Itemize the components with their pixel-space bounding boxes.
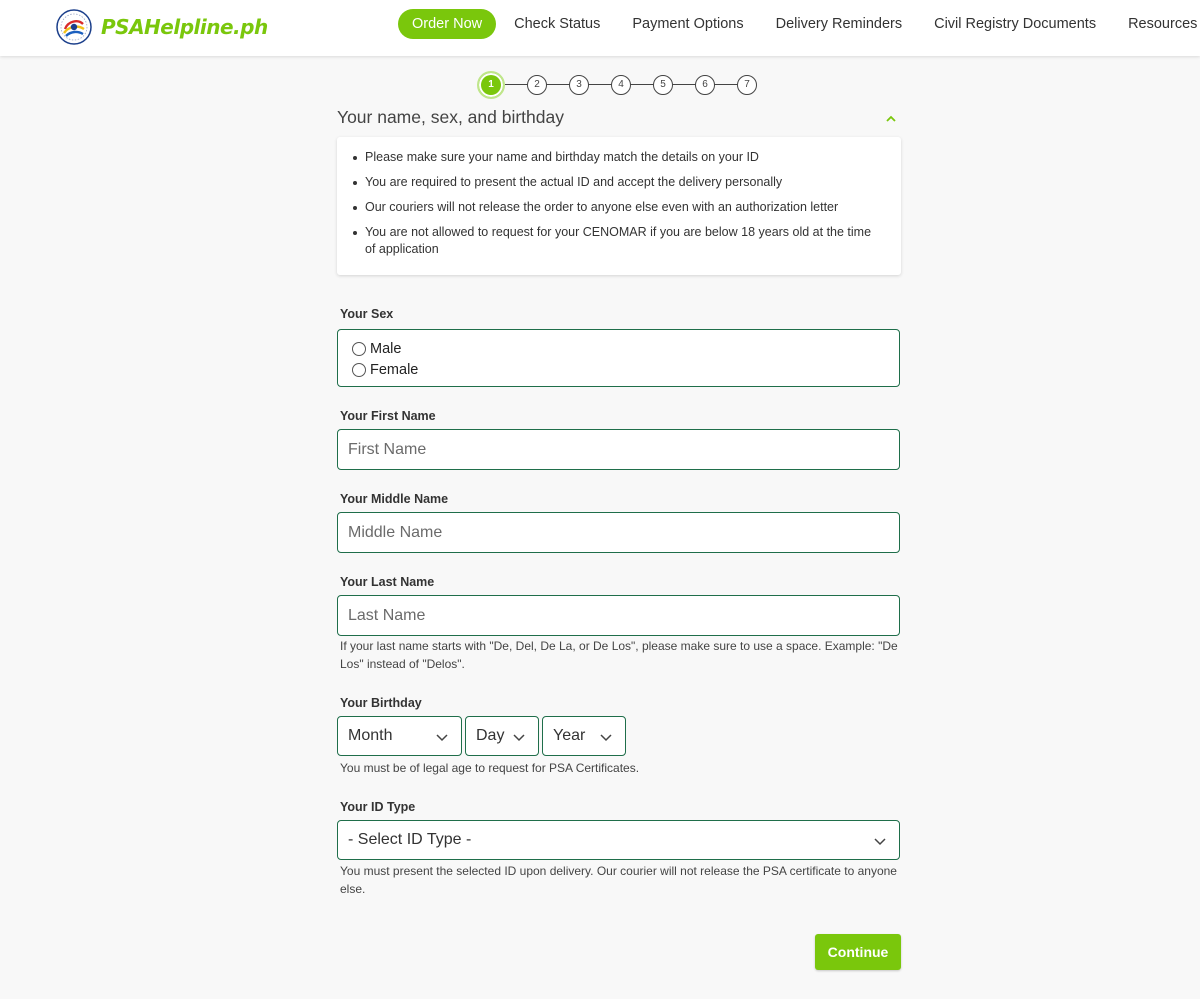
step-3: 3 xyxy=(569,75,589,95)
id-type-label: Your ID Type xyxy=(340,800,416,814)
chevron-down-icon xyxy=(436,734,448,742)
nav-resources[interactable]: Resources xyxy=(1128,9,1197,39)
nav-civil-registry-documents[interactable]: Civil Registry Documents xyxy=(934,9,1096,39)
radio-option-male[interactable]: Male xyxy=(352,338,899,359)
middle-name-input[interactable] xyxy=(337,512,900,553)
step-1: 1 xyxy=(477,71,505,99)
site-logo[interactable]: PSAHelpline.ph xyxy=(56,7,268,47)
id-type-select-value: - Select ID Type - xyxy=(348,831,472,848)
main-nav: Order Now Check Status Payment Options D… xyxy=(398,9,1197,39)
birthday-help: You must be of legal age to request for … xyxy=(340,761,640,775)
info-notice-box: Please make sure your name and birthday … xyxy=(337,137,901,275)
sex-label: Your Sex xyxy=(340,307,394,321)
site-name: PSAHelpline.ph xyxy=(101,15,268,39)
sex-radio-group: Male Female xyxy=(337,329,900,387)
step-4: 4 xyxy=(611,75,631,95)
id-type-select[interactable]: - Select ID Type - xyxy=(337,820,900,860)
psa-seal-icon xyxy=(56,9,92,45)
male-radio[interactable] xyxy=(352,341,366,356)
last-name-help: If your last name starts with "De, Del, … xyxy=(340,639,898,671)
chevron-up-icon[interactable] xyxy=(884,112,898,126)
year-select-value: Year xyxy=(553,727,586,744)
step-7: 7 xyxy=(737,75,757,95)
section-title: Your name, sex, and birthday xyxy=(337,107,564,127)
id-type-help: You must present the selected ID upon de… xyxy=(340,864,897,896)
male-label: Male xyxy=(370,340,402,357)
step-5: 5 xyxy=(653,75,673,95)
step-2: 2 xyxy=(527,75,547,95)
info-item: You are not allowed to request for your … xyxy=(351,224,881,258)
day-select-value: Day xyxy=(476,727,505,744)
progress-stepper: 1 2 3 4 5 6 7 xyxy=(477,71,765,99)
nav-payment-options[interactable]: Payment Options xyxy=(632,9,743,39)
info-item: Please make sure your name and birthday … xyxy=(351,149,881,166)
first-name-label: Your First Name xyxy=(340,409,436,423)
step-6: 6 xyxy=(695,75,715,95)
middle-name-label: Your Middle Name xyxy=(340,492,449,506)
chevron-down-icon xyxy=(874,838,886,846)
month-select-value: Month xyxy=(348,727,393,744)
birthday-label: Your Birthday xyxy=(340,696,422,710)
first-name-input[interactable] xyxy=(337,429,900,470)
continue-button[interactable]: Continue xyxy=(815,934,901,970)
nav-delivery-reminders[interactable]: Delivery Reminders xyxy=(776,9,903,39)
last-name-label: Your Last Name xyxy=(340,575,435,589)
month-select[interactable]: Month xyxy=(337,716,462,756)
radio-option-female[interactable]: Female xyxy=(352,359,899,380)
last-name-input[interactable] xyxy=(337,595,900,636)
female-radio[interactable] xyxy=(352,362,366,377)
chevron-down-icon xyxy=(513,734,525,742)
day-select[interactable]: Day xyxy=(465,716,539,756)
nav-check-status[interactable]: Check Status xyxy=(514,9,600,39)
year-select[interactable]: Year xyxy=(542,716,626,756)
female-label: Female xyxy=(370,361,419,378)
nav-order-now[interactable]: Order Now xyxy=(398,9,497,39)
info-item: Our couriers will not release the order … xyxy=(351,199,881,216)
chevron-down-icon xyxy=(600,734,612,742)
info-item: You are required to present the actual I… xyxy=(351,174,881,191)
top-navigation-bar: PSAHelpline.ph Order Now Check Status Pa… xyxy=(0,0,1200,56)
